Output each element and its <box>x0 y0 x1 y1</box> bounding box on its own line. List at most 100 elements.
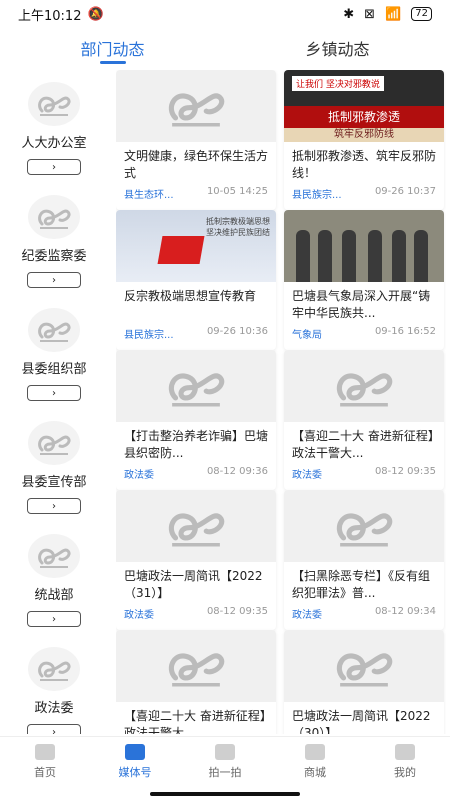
expand-arrow-button[interactable]: › <box>27 724 81 734</box>
news-date: 08-12 09:36 <box>206 466 268 477</box>
home-icon <box>35 743 55 760</box>
banner-top-text: 让我们 坚决对邪教说 <box>292 76 384 91</box>
sidebar-item[interactable]: 人大办公室 › <box>0 70 108 183</box>
expand-arrow-button[interactable]: › <box>27 159 81 175</box>
sidebar-item-label: 政法委 <box>34 701 74 716</box>
expand-arrow-button[interactable]: › <box>27 498 81 514</box>
nav-item-profile[interactable]: 我的 <box>360 737 450 786</box>
profile-icon <box>395 743 415 760</box>
news-source: 县民族宗... <box>124 330 174 341</box>
news-meta: 县民族宗... 09-26 10:37 <box>284 182 444 201</box>
placeholder-logo-icon <box>284 350 444 422</box>
nav-label: 商城 <box>304 765 326 779</box>
news-date: 08-12 09:35 <box>206 606 268 617</box>
home-indicator <box>150 792 300 796</box>
department-logo-icon <box>28 421 80 465</box>
status-time: 上午10:12 <box>18 8 82 24</box>
thumbnail-caption: 抵制宗教极端思想 坚决维护民族团结 <box>206 217 270 237</box>
placeholder-logo-icon <box>116 490 276 562</box>
banner-sub-text: 筑牢反邪防线 <box>284 128 444 142</box>
tab-township-news[interactable]: 乡镇动态 <box>225 28 450 68</box>
news-card[interactable]: 文明健康，绿色环保生活方式 县生态环... 10-05 14:25 <box>116 70 276 210</box>
news-thumbnail: 抵制宗教极端思想 坚决维护民族团结 <box>116 210 276 282</box>
news-grid: 文明健康，绿色环保生活方式 县生态环... 10-05 14:25 让我们 坚决… <box>116 70 446 734</box>
placeholder-logo-icon <box>116 70 276 142</box>
news-meta: 县生态环... 10-05 14:25 <box>116 182 276 201</box>
person-figure <box>368 230 382 282</box>
news-card[interactable]: 巴塘政法一周简讯【2022（30）】 <box>284 630 444 734</box>
chevron-right-icon: › <box>52 726 56 735</box>
news-meta: 政法委 08-12 09:35 <box>116 602 276 621</box>
department-logo-icon <box>28 647 80 691</box>
news-card[interactable]: 【打击整治养老诈骗】巴塘县织密防... 政法委 08-12 09:36 <box>116 350 276 490</box>
nav-label: 我的 <box>394 765 416 779</box>
placeholder-logo-icon <box>284 630 444 702</box>
chevron-right-icon: › <box>52 500 56 512</box>
news-title: 【打击整治养老诈骗】巴塘县织密防... <box>124 429 269 460</box>
news-source: 政法委 <box>292 610 322 621</box>
expand-arrow-button[interactable]: › <box>27 385 81 401</box>
expand-arrow-button[interactable]: › <box>27 272 81 288</box>
sim-icon: ⊠ <box>364 6 376 22</box>
tab-department-news[interactable]: 部门动态 <box>0 28 225 68</box>
sidebar-item-label: 县委组织部 <box>21 362 87 377</box>
news-date: 10-05 14:25 <box>206 186 268 197</box>
sidebar-item-label: 人大办公室 <box>21 136 87 151</box>
news-date: 09-26 10:37 <box>374 186 436 197</box>
nav-label: 首页 <box>34 765 56 779</box>
news-thumbnail <box>284 210 444 282</box>
news-title: 巴塘县气象局深入开展“铸牢中华民族共... <box>292 289 431 320</box>
flag-image <box>157 236 205 264</box>
chevron-right-icon: › <box>52 274 56 286</box>
news-title: 【扫黑除恶专栏】《反有组织犯罪法》普... <box>292 569 431 600</box>
nav-item-camera[interactable]: 拍一拍 <box>180 737 270 786</box>
nav-label: 媒体号 <box>118 765 152 779</box>
department-logo-icon <box>28 82 80 126</box>
battery-icon: 72 <box>411 7 432 21</box>
department-logo-icon <box>28 308 80 352</box>
sidebar-item[interactable]: 纪委监察委 › <box>0 183 108 296</box>
person-figure <box>342 230 356 282</box>
person-figure <box>392 230 406 282</box>
sidebar-item[interactable]: 政法委 › <box>0 635 108 734</box>
person-figure <box>296 230 310 282</box>
news-card[interactable]: 巴塘政法一周简讯【2022（31）】 政法委 08-12 09:35 <box>116 490 276 630</box>
chevron-right-icon: › <box>52 387 56 399</box>
news-card[interactable]: 【喜迎二十大 奋进新征程】政法干警大... 政法委 08-12 09:35 <box>284 350 444 490</box>
news-title: 【喜迎二十大 奋进新征程】政法干警大... <box>292 429 434 460</box>
wifi-icon: 📶 <box>385 6 402 22</box>
sidebar-item[interactable]: 县委组织部 › <box>0 296 108 409</box>
sidebar: 人大办公室 › 纪委监察委 › 县委组织部 › 县委宣传部 › 统战部 › 政法… <box>0 70 108 734</box>
mute-icon: 🔕 <box>87 6 104 22</box>
sidebar-item[interactable]: 县委宣传部 › <box>0 409 108 522</box>
chevron-right-icon: › <box>52 161 56 173</box>
placeholder-logo-icon <box>116 630 276 702</box>
news-meta: 气象局 09-16 16:52 <box>284 322 444 341</box>
status-bar: 上午10:12 🔕 ✱ ⊠ 📶 72 <box>0 0 450 28</box>
news-card[interactable]: 让我们 坚决对邪教说 抵制邪教渗透 筑牢反邪防线 抵制邪教渗透、筑牢反邪防线！ … <box>284 70 444 210</box>
news-title: 文明健康，绿色环保生活方式 <box>124 149 269 180</box>
news-source: 政法委 <box>292 470 322 481</box>
news-card[interactable]: 抵制宗教极端思想 坚决维护民族团结 反宗教极端思想宣传教育 县民族宗... 09… <box>116 210 276 350</box>
news-meta: 政法委 08-12 09:36 <box>116 462 276 481</box>
news-title: 巴塘政法一周简讯【2022（31）】 <box>124 569 263 600</box>
sidebar-item-label: 纪委监察委 <box>21 249 87 264</box>
nav-item-home[interactable]: 首页 <box>0 737 90 786</box>
news-source: 政法委 <box>124 610 154 621</box>
expand-arrow-button[interactable]: › <box>27 611 81 627</box>
news-card[interactable]: 巴塘县气象局深入开展“铸牢中华民族共... 气象局 09-16 16:52 <box>284 210 444 350</box>
sidebar-item[interactable]: 统战部 › <box>0 522 108 635</box>
news-date: 08-12 09:34 <box>374 606 436 617</box>
nav-item-media[interactable]: 媒体号 <box>90 737 180 786</box>
chevron-right-icon: › <box>52 613 56 625</box>
news-source: 县民族宗... <box>292 190 342 201</box>
sidebar-item-label: 统战部 <box>34 588 74 603</box>
nav-item-shop[interactable]: 商城 <box>270 737 360 786</box>
news-card[interactable]: 【扫黑除恶专栏】《反有组织犯罪法》普... 政法委 08-12 09:34 <box>284 490 444 630</box>
shop-icon <box>305 743 325 760</box>
news-title: 抵制邪教渗透、筑牢反邪防线！ <box>292 149 437 180</box>
media-icon <box>125 743 145 760</box>
sidebar-item-label: 县委宣传部 <box>21 475 87 490</box>
news-card[interactable]: 【喜迎二十大 奋进新征程】政法干警大... <box>116 630 276 734</box>
news-date: 08-12 09:35 <box>374 466 436 477</box>
